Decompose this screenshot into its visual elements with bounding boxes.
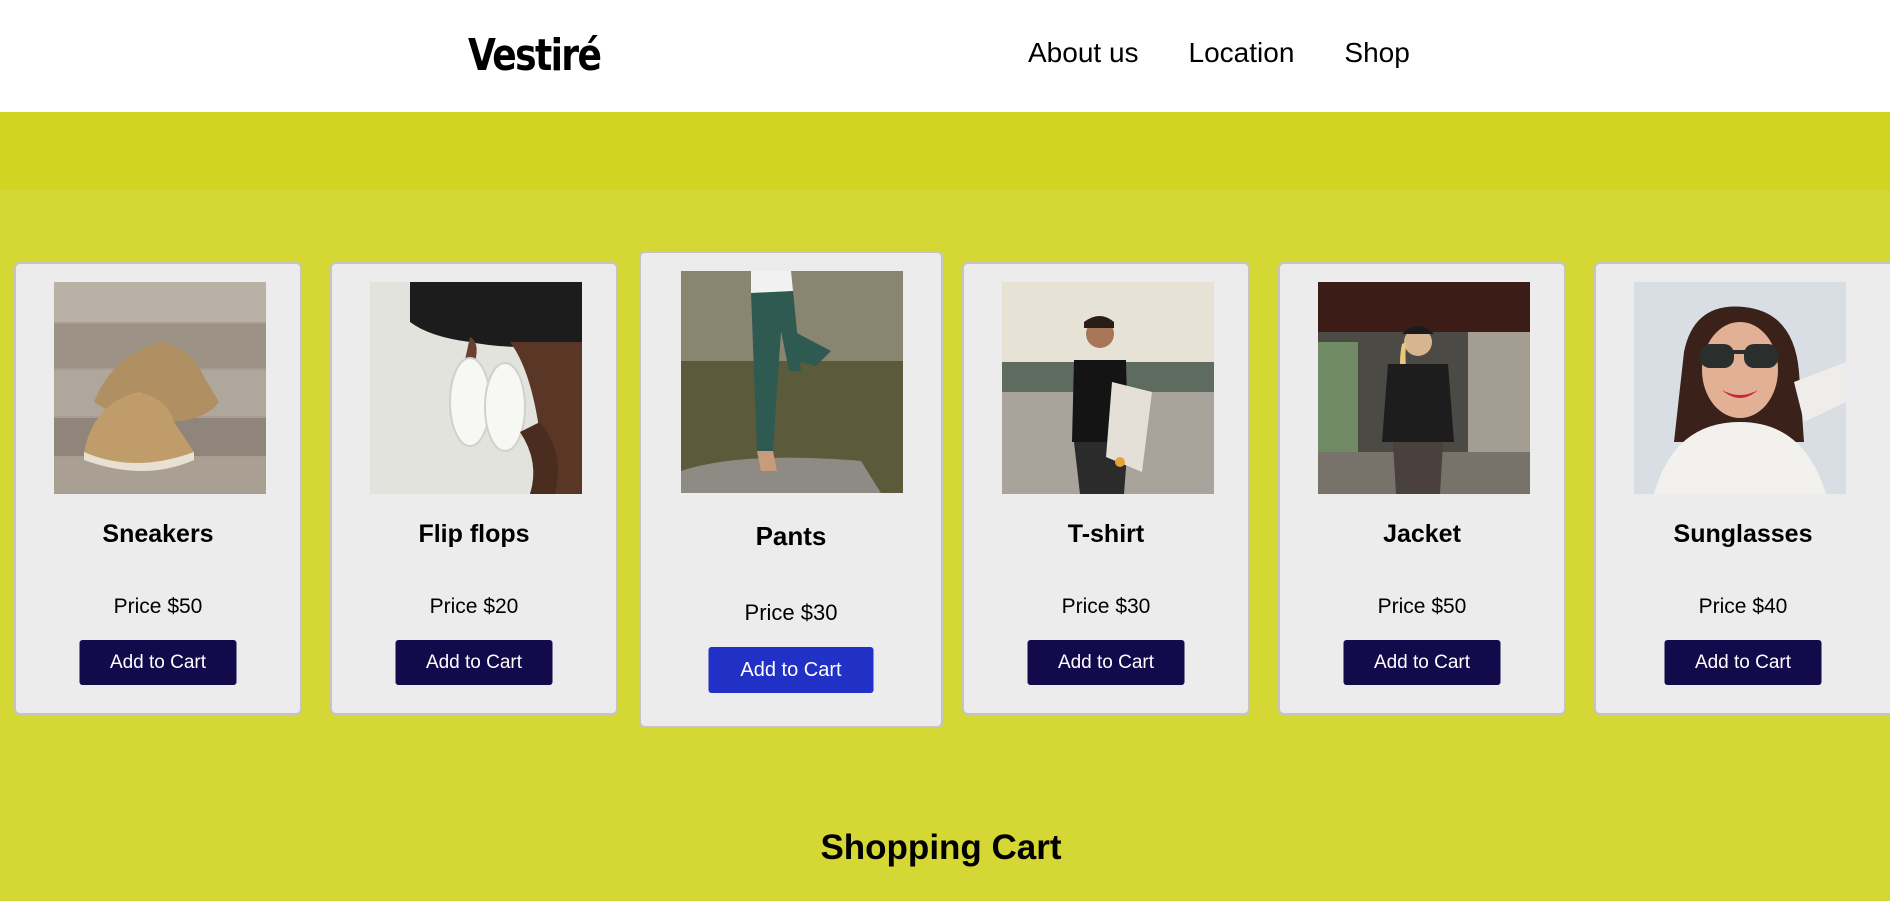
product-card-flip-flops: Flip flops Price $20 Add to Cart (330, 262, 618, 715)
product-card-pants: Pants Price $30 Add to Cart (639, 251, 943, 728)
product-price: Price $30 (744, 600, 838, 625)
product-name: Flip flops (418, 520, 530, 548)
sneakers-photo (54, 282, 266, 494)
main-nav: About us Location Shop (1028, 36, 1460, 70)
product-price: Price $50 (113, 595, 203, 618)
nav-shop[interactable]: Shop (1344, 36, 1409, 70)
add-to-cart-button[interactable]: Add to Cart (1664, 640, 1822, 685)
nav-about-us[interactable]: About us (1028, 36, 1139, 70)
flip-flops-photo (370, 282, 582, 494)
product-card-sunglasses: Sunglasses Price $40 Add to Cart (1594, 262, 1890, 715)
product-card-sneakers: Sneakers Price $50 Add to Cart (14, 262, 302, 715)
product-name: Pants (755, 521, 827, 551)
add-to-cart-button[interactable]: Add to Cart (1343, 640, 1501, 685)
pants-photo (681, 271, 903, 493)
product-price: Price $50 (1377, 595, 1467, 618)
product-price: Price $30 (1061, 595, 1151, 618)
product-price: Price $40 (1698, 595, 1788, 618)
product-name: Jacket (1383, 520, 1461, 548)
logo[interactable]: Vestiré (468, 28, 602, 84)
product-name: Sunglasses (1673, 520, 1813, 548)
add-to-cart-button[interactable]: Add to Cart (708, 647, 874, 693)
product-name: T-shirt (1067, 520, 1145, 548)
add-to-cart-button[interactable]: Add to Cart (395, 640, 553, 685)
product-card-jacket: Jacket Price $50 Add to Cart (1278, 262, 1566, 715)
add-to-cart-button[interactable]: Add to Cart (79, 640, 237, 685)
add-to-cart-button[interactable]: Add to Cart (1027, 640, 1185, 685)
product-price: Price $20 (429, 595, 519, 618)
nav-location[interactable]: Location (1189, 36, 1295, 70)
jacket-photo (1318, 282, 1530, 494)
shopping-cart-title: Shopping Cart (820, 828, 1062, 867)
site-header: Vestiré About us Location Shop (0, 0, 1890, 112)
sunglasses-photo (1634, 282, 1846, 494)
product-card-t-shirt: T-shirt Price $30 Add to Cart (962, 262, 1250, 715)
t-shirt-photo (1002, 282, 1214, 494)
hero-banner (0, 112, 1890, 190)
product-name: Sneakers (102, 520, 214, 548)
